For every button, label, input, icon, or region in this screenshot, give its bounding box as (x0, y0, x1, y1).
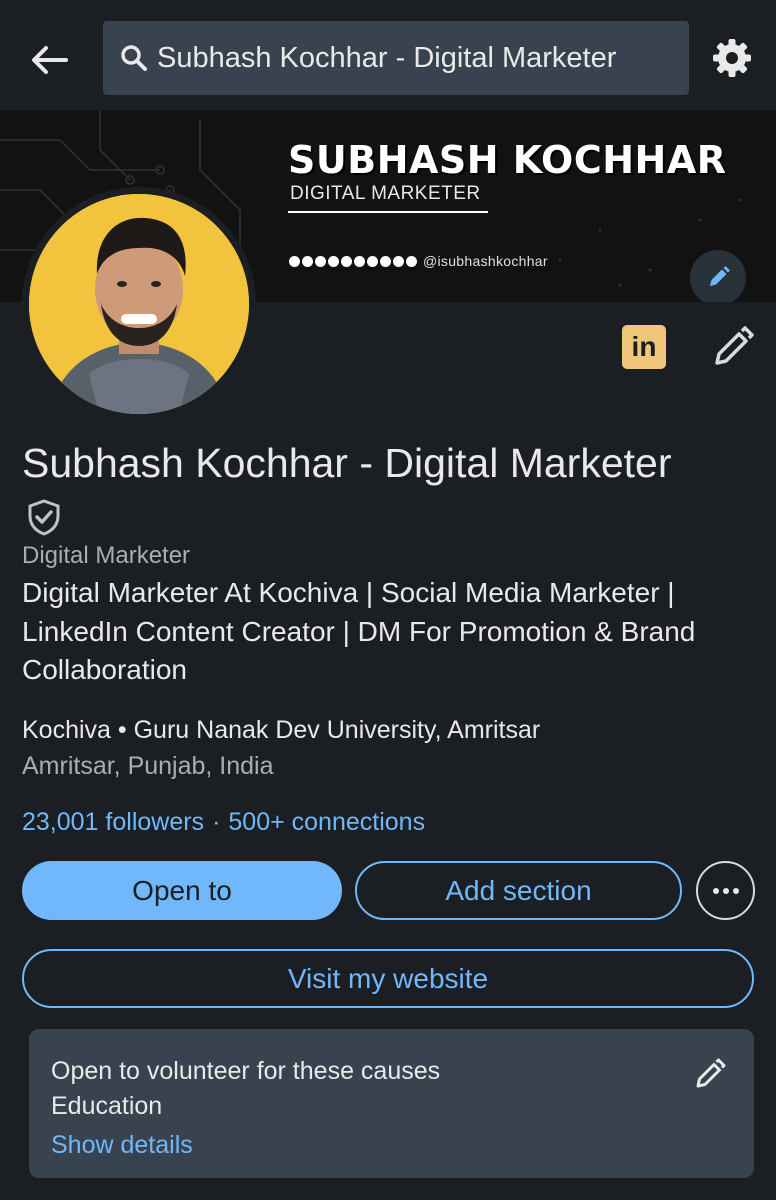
edit-banner-button[interactable] (690, 250, 746, 302)
banner-title: SUBHASH KOCHHAR (288, 138, 727, 182)
more-options-button[interactable] (696, 861, 755, 920)
education-name[interactable]: Guru Nanak Dev University, Amritsar (134, 716, 541, 744)
show-details-link[interactable]: Show details (51, 1131, 193, 1160)
profile-photo (29, 194, 249, 414)
search-icon (121, 45, 147, 71)
bullet-separator: • (117, 716, 134, 744)
top-bar: Subhash Kochhar - Digital Marketer (0, 0, 776, 110)
company-name[interactable]: Kochiva (22, 716, 111, 744)
profile-stats: 23,001 followers · 500+ connections (22, 808, 425, 837)
visit-website-button[interactable]: Visit my website (22, 949, 754, 1008)
banner-subtitle: DIGITAL MARKETER (290, 183, 481, 204)
connections-link[interactable]: 500+ connections (228, 808, 425, 836)
open-to-button[interactable]: Open to (22, 861, 342, 920)
threads-icon (354, 255, 365, 267)
instagram-icon (393, 255, 404, 267)
volunteer-cause: Education (51, 1092, 163, 1120)
pencil-icon (710, 266, 730, 286)
profile-location: Amritsar, Punjab, India (22, 752, 274, 780)
settings-gear-icon[interactable] (710, 36, 754, 80)
volunteer-causes-card: Open to volunteer for these causes Educa… (29, 1029, 754, 1178)
search-query: Subhash Kochhar - Digital Marketer (157, 41, 617, 74)
edit-profile-pencil-icon[interactable] (708, 324, 756, 372)
verified-shield-icon[interactable] (25, 498, 63, 536)
volunteer-title: Open to volunteer for these causes (51, 1057, 441, 1085)
ellipsis-icon (712, 887, 739, 894)
youtube-icon (315, 255, 326, 267)
linkedin-badge-icon[interactable]: in (622, 325, 666, 369)
banner-social-icons: @isubhashkochhar (289, 253, 548, 269)
search-bar[interactable]: Subhash Kochhar - Digital Marketer (103, 21, 689, 95)
followers-link[interactable]: 23,001 followers (22, 808, 204, 836)
tumblr-icon (341, 255, 352, 267)
banner-divider (288, 211, 488, 213)
linkedin-icon (380, 255, 391, 267)
edit-volunteer-pencil-icon[interactable] (691, 1057, 727, 1093)
snapchat-icon (328, 255, 339, 267)
profile-company-education: Kochiva • Guru Nanak Dev University, Amr… (22, 716, 540, 745)
banner-handle: @isubhashkochhar (423, 253, 548, 269)
facebook-icon (367, 255, 378, 267)
back-arrow-icon[interactable] (26, 36, 74, 84)
profile-role: Digital Marketer (22, 542, 191, 569)
profile-headline: Digital Marketer At Kochiva | Social Med… (22, 577, 696, 685)
x-icon (289, 255, 300, 267)
dot-separator: · (212, 808, 221, 836)
pinterest-icon (302, 255, 313, 267)
add-section-button[interactable]: Add section (355, 861, 682, 920)
telegram-icon (406, 255, 417, 267)
profile-name: Subhash Kochhar - Digital Marketer (22, 440, 672, 486)
profile-avatar[interactable] (22, 187, 256, 421)
